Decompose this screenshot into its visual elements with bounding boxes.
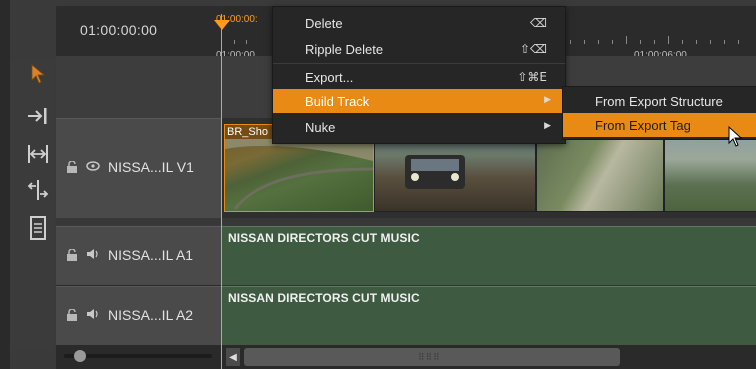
submenu-arrow-icon: ▶ xyxy=(544,95,551,105)
track-name-v1: NISSA...IL V1 xyxy=(108,159,194,175)
build-track-submenu: From Export Structure From Export Tag xyxy=(562,86,756,140)
ruler-tick xyxy=(246,40,247,44)
speaker-icon[interactable] xyxy=(86,248,100,263)
audio-track-lane-a2[interactable]: NISSAN DIRECTORS CUT MUSIC xyxy=(222,286,756,346)
track-separator xyxy=(56,218,756,226)
audio-clip-label: NISSAN DIRECTORS CUT MUSIC xyxy=(228,291,420,305)
lock-icon[interactable] xyxy=(66,308,78,324)
ruler-tick xyxy=(584,40,585,44)
ruler-tick xyxy=(682,40,683,44)
ruler-tick xyxy=(738,40,739,44)
track-select-icon[interactable] xyxy=(24,104,52,128)
speaker-icon[interactable] xyxy=(86,308,100,323)
left-edge xyxy=(0,0,10,369)
submenu-arrow-icon: ▶ xyxy=(544,121,551,131)
clip-thumbnail xyxy=(225,139,373,210)
ruler-tick xyxy=(626,36,627,44)
playhead-line[interactable] xyxy=(221,14,222,369)
menu-shortcut: ⇧⌘E xyxy=(517,70,547,84)
zoom-slider-knob[interactable] xyxy=(74,350,86,362)
menu-item-label: Build Track xyxy=(305,94,370,109)
menu-item-nuke[interactable]: Nuke ▶ xyxy=(273,115,565,139)
ruler-tick xyxy=(612,40,613,44)
submenu-item-label: From Export Structure xyxy=(595,94,723,109)
ruler-tick xyxy=(570,40,571,44)
ruler-tick xyxy=(598,40,599,44)
slip-tool-icon[interactable] xyxy=(24,142,52,166)
context-menu: Delete ⌫ Ripple Delete ⇧⌫ Export... ⇧⌘E … xyxy=(272,6,566,144)
menu-item-label: Delete xyxy=(305,16,343,31)
scrollbar-grip-icon[interactable]: ⠿⠿⠿ xyxy=(418,352,441,363)
track-header-a2[interactable]: NISSA...IL A2 xyxy=(56,286,222,346)
menu-separator xyxy=(273,63,565,64)
track-name-a2: NISSA...IL A2 xyxy=(108,307,194,323)
playhead-marker[interactable] xyxy=(214,20,230,30)
menu-item-label: Nuke xyxy=(305,120,336,135)
clip-name: BR_Sho xyxy=(227,126,268,138)
ruler-tick xyxy=(654,40,655,44)
tool-palette xyxy=(10,60,54,350)
track-header-a1[interactable]: NISSA...IL A1 xyxy=(56,226,222,286)
track-name-a1: NISSA...IL A1 xyxy=(108,247,194,263)
select-tool-icon[interactable] xyxy=(24,62,52,86)
scroll-left-arrow-icon[interactable]: ◀ xyxy=(226,348,240,366)
ruler-tick xyxy=(640,40,641,44)
menu-item-build-track[interactable]: Build Track ▶ xyxy=(273,89,565,113)
ruler-tick xyxy=(668,36,669,44)
menu-item-delete[interactable]: Delete ⌫ xyxy=(273,11,565,35)
track-header-v1[interactable]: NISSA...IL V1 xyxy=(56,118,222,220)
ruler-tick xyxy=(710,40,711,44)
razor-tool-icon[interactable] xyxy=(24,178,52,202)
submenu-item-from-export-structure[interactable]: From Export Structure xyxy=(563,89,756,113)
submenu-item-label: From Export Tag xyxy=(595,118,691,133)
multi-select-icon[interactable] xyxy=(24,216,52,240)
ruler-tick xyxy=(724,40,725,44)
menu-shortcut: ⇧⌫ xyxy=(519,42,547,56)
timecode-display[interactable]: 01:00:00:00 xyxy=(80,22,157,38)
ruler-tick xyxy=(234,40,235,44)
eye-icon[interactable] xyxy=(86,160,100,175)
zoom-slider-track[interactable] xyxy=(64,354,212,358)
ruler-tick xyxy=(696,40,697,44)
menu-item-label: Export... xyxy=(305,70,354,85)
menu-item-export[interactable]: Export... ⇧⌘E xyxy=(273,65,565,89)
mouse-cursor-icon xyxy=(728,125,744,153)
menu-item-label: Ripple Delete xyxy=(305,42,384,57)
menu-item-ripple-delete[interactable]: Ripple Delete ⇧⌫ xyxy=(273,37,565,61)
audio-clip-label: NISSAN DIRECTORS CUT MUSIC xyxy=(228,231,420,245)
lock-icon[interactable] xyxy=(66,248,78,264)
menu-shortcut: ⌫ xyxy=(530,16,547,30)
lock-icon[interactable] xyxy=(66,160,78,176)
audio-track-lane-a1[interactable]: NISSAN DIRECTORS CUT MUSIC xyxy=(222,226,756,286)
